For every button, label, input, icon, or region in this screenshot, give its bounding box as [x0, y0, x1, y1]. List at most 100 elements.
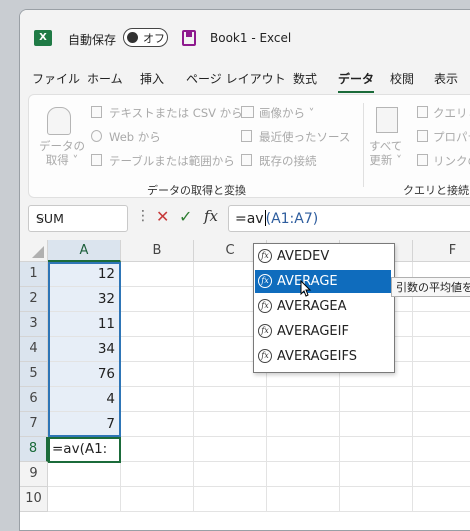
grid-cell[interactable]: 32 [48, 287, 121, 312]
column-header-f[interactable]: F [413, 240, 470, 262]
tab-review[interactable]: 校閲 [390, 70, 414, 87]
row-header[interactable]: 5 [20, 362, 48, 387]
grid-cell[interactable] [121, 262, 194, 287]
row-header[interactable]: 6 [20, 387, 48, 412]
function-icon: fx [258, 324, 272, 338]
existing-connections-icon [241, 154, 252, 166]
grid-cell[interactable] [194, 412, 267, 437]
row-header[interactable]: 2 [20, 287, 48, 312]
text-file-icon [91, 106, 102, 118]
get-data-button[interactable]: データの 取得 ˅ [39, 139, 85, 167]
row-header[interactable]: 3 [20, 312, 48, 337]
recent-sources-button[interactable]: 最近使ったソース [259, 129, 350, 145]
from-text-csv-button[interactable]: テキストまたは CSV から [109, 105, 243, 121]
select-all-corner[interactable] [20, 240, 48, 262]
autocomplete-item-average[interactable]: fx AVERAGE [255, 270, 391, 293]
web-icon [91, 130, 102, 142]
grid-cell[interactable] [121, 412, 194, 437]
grid-cell[interactable] [194, 462, 267, 487]
more-options-icon[interactable]: ⋮ [136, 208, 150, 224]
autocomplete-item-averageif[interactable]: fx AVERAGEIF [255, 320, 391, 343]
from-image-button[interactable]: 画像から ˅ [259, 105, 314, 121]
save-icon[interactable] [182, 30, 196, 46]
grid-cell[interactable] [267, 437, 340, 462]
tab-page-layout[interactable]: ページ レイアウト [186, 70, 286, 87]
grid-cell[interactable]: 34 [48, 337, 121, 362]
grid-cell[interactable] [48, 487, 121, 512]
function-icon: fx [258, 249, 272, 263]
tab-formulas[interactable]: 数式 [293, 70, 317, 87]
column-header-a[interactable]: A [48, 240, 121, 262]
group-label-queries: クエリと接続 [403, 184, 469, 197]
grid-cell[interactable] [413, 387, 470, 412]
tab-view[interactable]: 表示 [434, 70, 458, 87]
grid-cell[interactable] [194, 437, 267, 462]
active-cell-a8[interactable]: =av(A1: [48, 437, 121, 463]
grid-cell[interactable] [340, 387, 413, 412]
formula-input[interactable]: =av (A1:A7) [228, 205, 470, 232]
grid-cell[interactable] [48, 462, 121, 487]
grid-cell[interactable] [121, 362, 194, 387]
tab-insert[interactable]: 挿入 [140, 70, 164, 87]
row-header[interactable]: 9 [20, 462, 48, 487]
grid-cell[interactable] [121, 487, 194, 512]
grid-cell[interactable]: 76 [48, 362, 121, 387]
tab-data[interactable]: データ [338, 70, 375, 93]
edit-links-button[interactable]: リンクの編 [433, 153, 470, 169]
name-box[interactable]: SUM ⌵ [28, 205, 128, 232]
grid-cell[interactable] [340, 462, 413, 487]
queries-connections-button[interactable]: クエリと接 [433, 105, 470, 121]
grid-cell[interactable] [121, 387, 194, 412]
cancel-icon[interactable]: ✕ [156, 207, 169, 226]
grid-cell[interactable] [413, 462, 470, 487]
row-header[interactable]: 7 [20, 412, 48, 437]
autosave-toggle[interactable]: オフ [123, 28, 168, 47]
grid-cell[interactable] [413, 412, 470, 437]
grid-cell[interactable] [267, 412, 340, 437]
excel-icon: X [34, 30, 52, 46]
grid-cell[interactable] [121, 287, 194, 312]
grid-cell[interactable] [121, 337, 194, 362]
grid-cell[interactable] [121, 312, 194, 337]
grid-cell[interactable] [340, 412, 413, 437]
autocomplete-item-avedev[interactable]: fx AVEDEV [255, 245, 391, 268]
refresh-all-button[interactable]: すべて 更新 ˅ [369, 139, 402, 167]
row-header[interactable]: 10 [20, 487, 48, 512]
existing-connections-button[interactable]: 既存の接続 [259, 153, 317, 169]
enter-icon[interactable]: ✓ [179, 207, 192, 226]
grid-cell[interactable] [413, 487, 470, 512]
grid-cell[interactable]: 11 [48, 312, 121, 337]
row-header[interactable]: 4 [20, 337, 48, 362]
grid-cell[interactable] [413, 337, 470, 362]
column-header-b[interactable]: B [121, 240, 194, 262]
row-header[interactable]: 8 [20, 437, 48, 462]
window-title: Book1 - Excel [210, 31, 292, 45]
table-icon [91, 154, 102, 166]
grid-cell[interactable] [267, 462, 340, 487]
grid-cell[interactable] [340, 487, 413, 512]
grid-cell[interactable] [413, 312, 470, 337]
grid-cell[interactable] [413, 437, 470, 462]
autocomplete-item-averageifs[interactable]: fx AVERAGEIFS [255, 345, 391, 368]
from-table-button[interactable]: テーブルまたは範囲から [109, 153, 235, 169]
grid-cell[interactable] [340, 437, 413, 462]
insert-function-icon[interactable]: fx [204, 207, 218, 225]
grid-cell[interactable] [413, 362, 470, 387]
tab-file[interactable]: ファイル [32, 70, 80, 87]
from-web-button[interactable]: Web から [109, 129, 161, 145]
row-header[interactable]: 1 [20, 262, 48, 287]
chevron-down-icon[interactable]: ⌵ [36, 211, 121, 225]
grid-cell[interactable]: 12 [48, 262, 121, 287]
function-icon: fx [258, 274, 272, 288]
grid-cell[interactable]: 7 [48, 412, 121, 437]
properties-button[interactable]: プロパティ [433, 129, 470, 145]
grid-cell[interactable] [194, 387, 267, 412]
tab-home[interactable]: ホーム [87, 70, 123, 87]
grid-cell[interactable] [194, 487, 267, 512]
autocomplete-item-averagea[interactable]: fx AVERAGEA [255, 295, 391, 318]
grid-cell[interactable] [267, 487, 340, 512]
grid-cell[interactable] [121, 437, 194, 462]
grid-cell[interactable] [267, 387, 340, 412]
grid-cell[interactable]: 4 [48, 387, 121, 412]
grid-cell[interactable] [121, 462, 194, 487]
